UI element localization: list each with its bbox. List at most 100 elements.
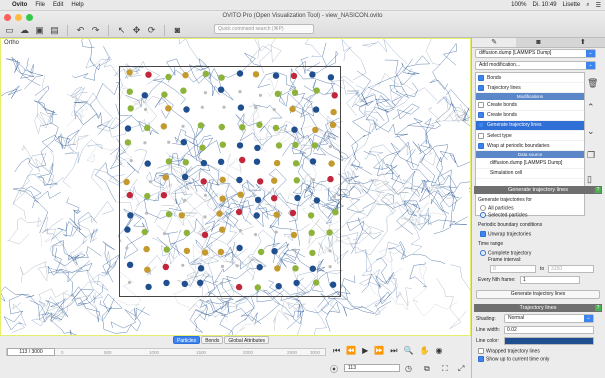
help-icon[interactable]: ?: [595, 305, 601, 311]
tab-overlays[interactable]: ⬆: [561, 38, 605, 47]
complete-trajectory-radio[interactable]: Complete trajectory: [480, 250, 531, 256]
document-icon[interactable]: ▯: [587, 174, 598, 185]
unwrap-checkbox[interactable]: Unwrap trajectories: [480, 231, 531, 237]
camera-icon[interactable]: ◙: [172, 25, 183, 36]
copy-icon[interactable]: ❐: [587, 150, 598, 161]
checkbox-icon[interactable]: [478, 74, 484, 81]
trajectory-line: [350, 100, 373, 168]
checkbox-icon[interactable]: [478, 122, 484, 129]
orbit-eye-icon[interactable]: ◉: [435, 346, 442, 356]
maximize-viewport-icon[interactable]: ⤢: [458, 364, 464, 374]
generate-trajectory-panel-header: Generate trajectory lines?: [474, 186, 602, 194]
checkbox-icon[interactable]: [478, 101, 484, 108]
pipeline-selector[interactable]: diffusion.dump [LAMMPS Dump] ⌄: [475, 49, 596, 58]
undo-icon[interactable]: ↶: [75, 25, 86, 36]
pipeline-item[interactable]: Wrap at periodic boundaries: [476, 141, 584, 152]
open-folder-icon[interactable]: ▭: [4, 25, 15, 36]
wrapped-lines-checkbox[interactable]: Wrapped trajectory lines: [478, 348, 540, 354]
show-upto-checkbox[interactable]: Show up to current time only: [478, 356, 549, 362]
trajectory-line: [7, 216, 57, 245]
generate-trajectory-button[interactable]: Generate trajectory lines: [476, 290, 600, 299]
tab-bonds[interactable]: Bonds: [201, 336, 224, 344]
zoom-icon[interactable]: 🔍: [404, 346, 414, 356]
checkbox-icon[interactable]: [478, 112, 484, 119]
save-icon[interactable]: ▣: [34, 25, 45, 36]
trajectory-line: [19, 261, 48, 283]
command-panel-tabs: ✎ ◙ ⬆: [472, 38, 605, 48]
auto-key-icon[interactable]: ⦿: [330, 364, 338, 375]
checkbox-icon[interactable]: [478, 84, 484, 91]
trajectory-line: [444, 103, 466, 122]
menu-help[interactable]: Help: [71, 2, 83, 8]
pipeline-item[interactable]: Generate trajectory lines: [476, 120, 584, 131]
time-range-label: Time range: [478, 241, 504, 247]
trajectory-line: [403, 200, 468, 231]
zoom-all-icon[interactable]: ⧉: [424, 364, 430, 374]
checkbox-icon[interactable]: [478, 132, 484, 139]
tab-global-attributes[interactable]: Global Attributes: [224, 336, 270, 344]
pipeline-item[interactable]: Bonds: [476, 73, 584, 84]
jump-end-icon[interactable]: ⏭: [390, 346, 397, 356]
line-width-field[interactable]: 0.02: [504, 326, 594, 334]
trajectory-line: [374, 291, 391, 307]
move-up-icon[interactable]: ⌃: [587, 102, 598, 113]
trajectory-line: [375, 87, 438, 108]
step-forward-icon[interactable]: ⏩: [374, 346, 384, 356]
pipeline-item[interactable]: diffusion.dump [LAMMPS Dump]: [476, 158, 584, 169]
trash-icon[interactable]: 🗑: [587, 78, 598, 89]
trajectory-line: [392, 103, 420, 120]
menu-file[interactable]: File: [35, 2, 45, 8]
select-mode-icon[interactable]: ↖: [116, 25, 127, 36]
pipeline-editor[interactable]: Bonds Trajectory lines Modifications Create…: [475, 72, 585, 216]
menu-edit[interactable]: Edit: [53, 2, 63, 8]
shading-select[interactable]: Normal ⌄: [504, 314, 594, 323]
frame-interval-label[interactable]: Frame interval:: [488, 257, 521, 263]
tab-pipeline[interactable]: ✎: [472, 38, 517, 47]
interval-from-field[interactable]: 0: [490, 265, 536, 273]
viewport-caption[interactable]: Ortho: [4, 40, 19, 46]
add-modification-dropdown[interactable]: Add modification... ⌄: [475, 61, 596, 70]
trajectory-line: [45, 284, 104, 318]
menu-list-icon[interactable]: ☰: [596, 2, 601, 9]
jump-start-icon[interactable]: ⏮: [333, 346, 340, 356]
user-name[interactable]: Lisette: [563, 2, 581, 8]
save-as-icon[interactable]: ▤: [49, 25, 60, 36]
selected-particles-radio[interactable]: Selected particles: [480, 212, 527, 218]
tab-particles[interactable]: Particles: [173, 336, 201, 344]
step-back-icon[interactable]: ⏪: [346, 346, 356, 356]
pipeline-item[interactable]: Trajectory lines: [476, 83, 584, 94]
app-menu[interactable]: Ovito: [12, 2, 27, 8]
search-icon[interactable]: ⌕: [586, 2, 589, 9]
radio-selected-icon: [480, 250, 486, 256]
trajectory-line: [214, 293, 253, 318]
fov-icon[interactable]: ⛶: [442, 364, 448, 374]
trajectory-line: [395, 204, 433, 231]
move-icon[interactable]: ✥: [131, 25, 142, 36]
pipeline-item[interactable]: Create bonds: [476, 100, 584, 111]
frame-spinner[interactable]: 113: [344, 364, 400, 372]
checkbox-icon[interactable]: [478, 142, 484, 149]
time-slider-handle[interactable]: 113 / 3000: [7, 348, 55, 356]
command-search-input[interactable]: Quick command search (⌘P): [214, 24, 314, 34]
cloud-download-icon[interactable]: ☁: [19, 25, 30, 36]
tab-render[interactable]: ◙: [516, 38, 560, 47]
pipeline-item[interactable]: Create bonds: [476, 111, 584, 121]
help-icon[interactable]: ?: [595, 187, 601, 193]
time-slider[interactable]: 113 / 3000 0 500 1000 1500 2000 2500 300…: [6, 348, 326, 356]
trajectory-line: [63, 217, 82, 237]
radio-selected-icon: [480, 212, 486, 218]
move-down-icon[interactable]: ⌄: [587, 126, 598, 137]
redo-icon[interactable]: ↷: [90, 25, 101, 36]
viewport-ortho[interactable]: Ortho: [0, 38, 471, 336]
pipeline-item[interactable]: Simulation cell: [476, 169, 584, 179]
animation-settings-icon[interactable]: ◷: [405, 364, 412, 373]
play-icon[interactable]: ▶: [362, 346, 368, 356]
tick-label: 2500: [287, 350, 298, 355]
pan-hand-icon[interactable]: ✋: [419, 346, 429, 356]
line-color-picker[interactable]: [504, 337, 594, 345]
every-nth-field[interactable]: 1: [520, 276, 580, 284]
all-particles-radio[interactable]: All particles: [480, 205, 514, 211]
pipeline-item[interactable]: Select type: [476, 131, 584, 142]
rotate-icon[interactable]: ⟳: [146, 25, 157, 36]
interval-to-field[interactable]: 3150: [548, 265, 594, 273]
